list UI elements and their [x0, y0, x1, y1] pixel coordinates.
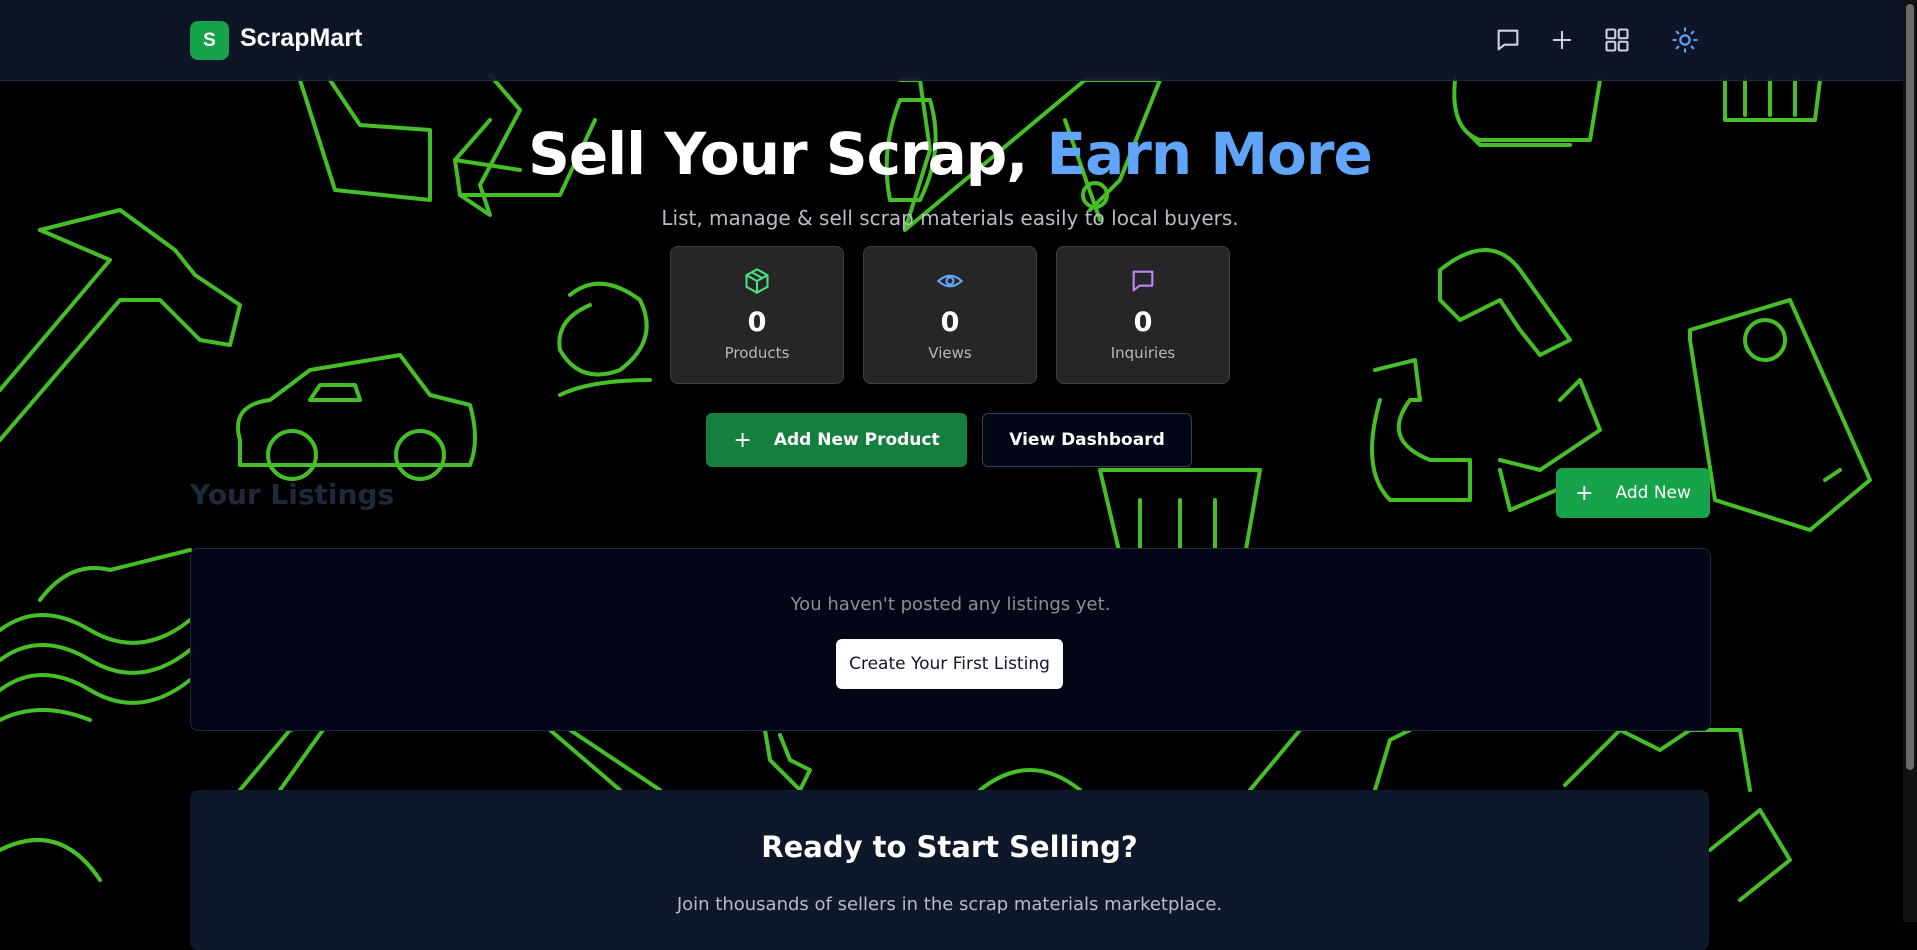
message-icon [1132, 270, 1154, 292]
plus-icon[interactable] [1548, 26, 1576, 54]
stat-card-inquiries: 0 Inquiries [1056, 246, 1230, 384]
logo-text[interactable]: ScrapMart [240, 24, 362, 53]
stat-card-products: 0 Products [670, 246, 844, 384]
top-navbar: S ScrapMart [0, 0, 1903, 81]
stat-label: Inquiries [1110, 344, 1176, 362]
create-first-listing-button[interactable]: Create Your First Listing [836, 639, 1063, 689]
grid-icon[interactable] [1603, 26, 1631, 54]
stat-label: Views [928, 344, 972, 362]
add-new-product-button[interactable]: + Add New Product [706, 413, 967, 467]
hero-title-accent: Earn More [1046, 120, 1372, 188]
stat-label: Products [724, 344, 790, 362]
hero-title-main: Sell Your Scrap, [528, 120, 1028, 188]
plus-icon: + [733, 427, 752, 453]
package-icon [745, 268, 769, 294]
view-dashboard-button[interactable]: View Dashboard [982, 413, 1192, 467]
hero-title: Sell Your Scrap, Earn More [0, 120, 1900, 188]
listings-empty-card: You haven't posted any listings yet. Cre… [190, 548, 1711, 731]
logo-badge[interactable]: S [190, 21, 229, 60]
view-dashboard-label: View Dashboard [1009, 430, 1165, 450]
stat-value: 0 [747, 307, 767, 338]
section-title-your-listings: Your Listings [190, 478, 395, 511]
plus-icon: + [1575, 480, 1594, 506]
stat-value: 0 [940, 307, 960, 338]
scrollbar-thumb[interactable] [1906, 4, 1914, 770]
hero-subtitle: List, manage & sell scrap materials easi… [661, 206, 1239, 230]
message-icon[interactable] [1494, 26, 1522, 54]
cta-title: Ready to Start Selling? [761, 830, 1138, 864]
stat-card-views: 0 Views [863, 246, 1037, 384]
sun-icon[interactable] [1671, 26, 1699, 54]
stat-value: 0 [1133, 307, 1153, 338]
add-new-product-label: Add New Product [773, 430, 940, 450]
eye-icon [936, 274, 964, 288]
page-scrollbar[interactable] [1903, 0, 1917, 922]
add-new-button[interactable]: + Add New [1556, 468, 1710, 518]
cta-subtitle: Join thousands of sellers in the scrap m… [676, 894, 1223, 915]
cta-card: Ready to Start Selling? Join thousands o… [190, 790, 1709, 950]
empty-state-text: You haven't posted any listings yet. [790, 594, 1111, 615]
add-new-label: Add New [1615, 483, 1691, 503]
